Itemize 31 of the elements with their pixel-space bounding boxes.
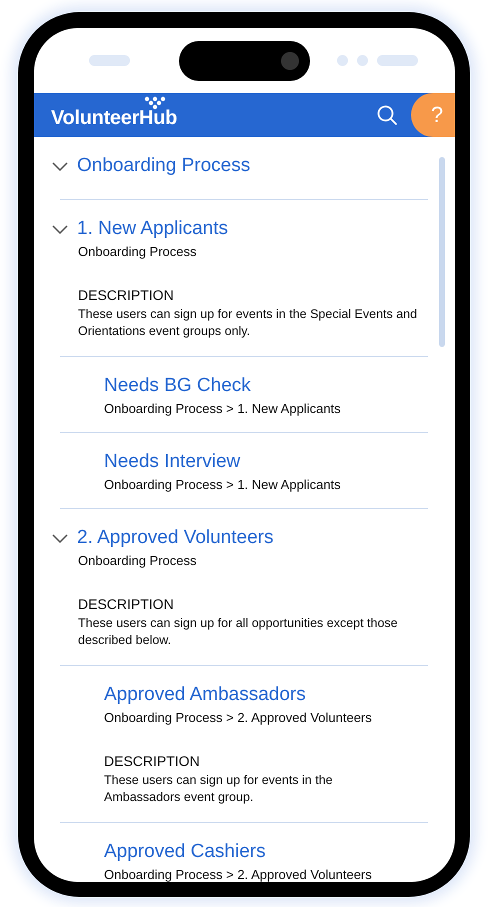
status-pill: [89, 55, 130, 66]
subgroup-path: Onboarding Process > 1. New Applicants: [104, 477, 342, 492]
subgroup-title[interactable]: Approved Cashiers: [104, 841, 266, 862]
chevron-icon[interactable]: [52, 534, 68, 542]
status-pill: [377, 55, 418, 66]
subgroup-path: Onboarding Process > 2. Approved Volunteers: [104, 867, 373, 882]
status-dot: [357, 55, 368, 66]
subgroup-path: Onboarding Process > 1. New Applicants: [104, 401, 342, 416]
description-text: These users can sign up for events in the Special Events and Orientations event groups only.: [78, 306, 418, 340]
subgroup-title[interactable]: Needs BG Check: [104, 375, 251, 396]
dots-logo-icon: [144, 96, 166, 110]
group-path: Onboarding Process: [78, 553, 198, 568]
scrollbar[interactable]: [439, 157, 445, 347]
camera-lens: [281, 52, 299, 70]
description-text: These users can sign up for events in the Ambassadors event group.: [104, 772, 334, 806]
app-logo[interactable]: VolunteerHub: [51, 106, 178, 128]
subgroup-path: Onboarding Process > 2. Approved Volunteers: [104, 710, 373, 725]
group-path: Onboarding Process: [78, 244, 198, 259]
group-title[interactable]: 1. New Applicants: [77, 217, 228, 241]
subgroup-title[interactable]: Approved Ambassadors: [104, 684, 306, 705]
description-label: DESCRIPTION: [78, 596, 175, 612]
group-title[interactable]: Onboarding Process: [77, 154, 250, 178]
subgroup-title[interactable]: Needs Interview: [104, 451, 240, 472]
description-label: DESCRIPTION: [78, 287, 175, 303]
status-dot: [337, 55, 348, 66]
description-text: These users can sign up for all opportunities except those described below.: [78, 615, 399, 649]
chevron-icon[interactable]: [52, 162, 68, 170]
group-title[interactable]: 2. Approved Volunteers: [77, 526, 274, 550]
search-icon[interactable]: [377, 105, 397, 125]
description-label: DESCRIPTION: [104, 753, 201, 769]
chevron-icon[interactable]: [52, 224, 68, 234]
